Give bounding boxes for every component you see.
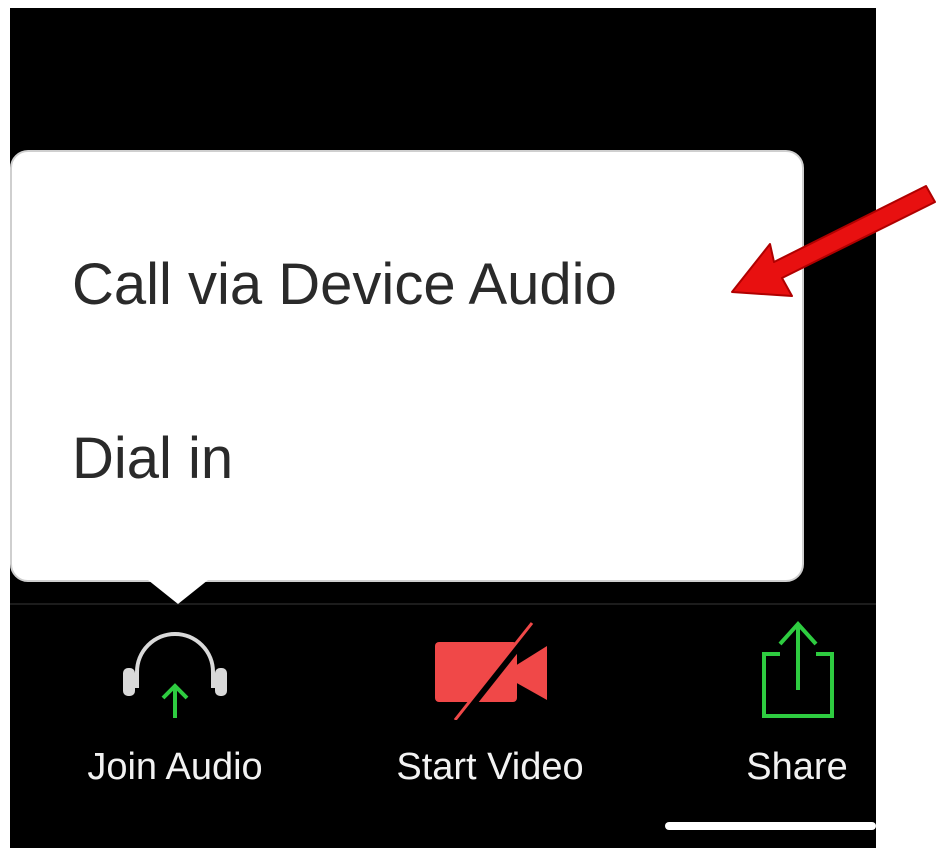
headphones-icon xyxy=(65,620,285,720)
video-camera-muted-icon xyxy=(375,620,605,720)
start-video-label: Start Video xyxy=(396,746,584,788)
screenshot-stage: Call via Device Audio Dial in Join Audio xyxy=(0,0,939,848)
join-audio-button[interactable]: Join Audio xyxy=(65,620,285,800)
toolbar-divider xyxy=(10,603,876,605)
start-video-button[interactable]: Start Video xyxy=(375,620,605,800)
audio-options-popup: Call via Device Audio Dial in xyxy=(10,150,804,582)
join-audio-label: Join Audio xyxy=(87,746,263,788)
share-label: Share xyxy=(746,746,848,788)
meeting-window: Call via Device Audio Dial in Join Audio xyxy=(10,8,876,848)
home-indicator-bar xyxy=(665,822,876,830)
popup-pointer xyxy=(148,580,208,604)
arrow-up-icon xyxy=(161,683,189,718)
share-upload-icon xyxy=(718,620,876,720)
red-arrow-annotation xyxy=(730,180,939,310)
share-button[interactable]: Share xyxy=(718,620,876,800)
call-via-device-audio-option[interactable]: Call via Device Audio xyxy=(72,256,617,314)
dial-in-option[interactable]: Dial in xyxy=(72,430,233,488)
